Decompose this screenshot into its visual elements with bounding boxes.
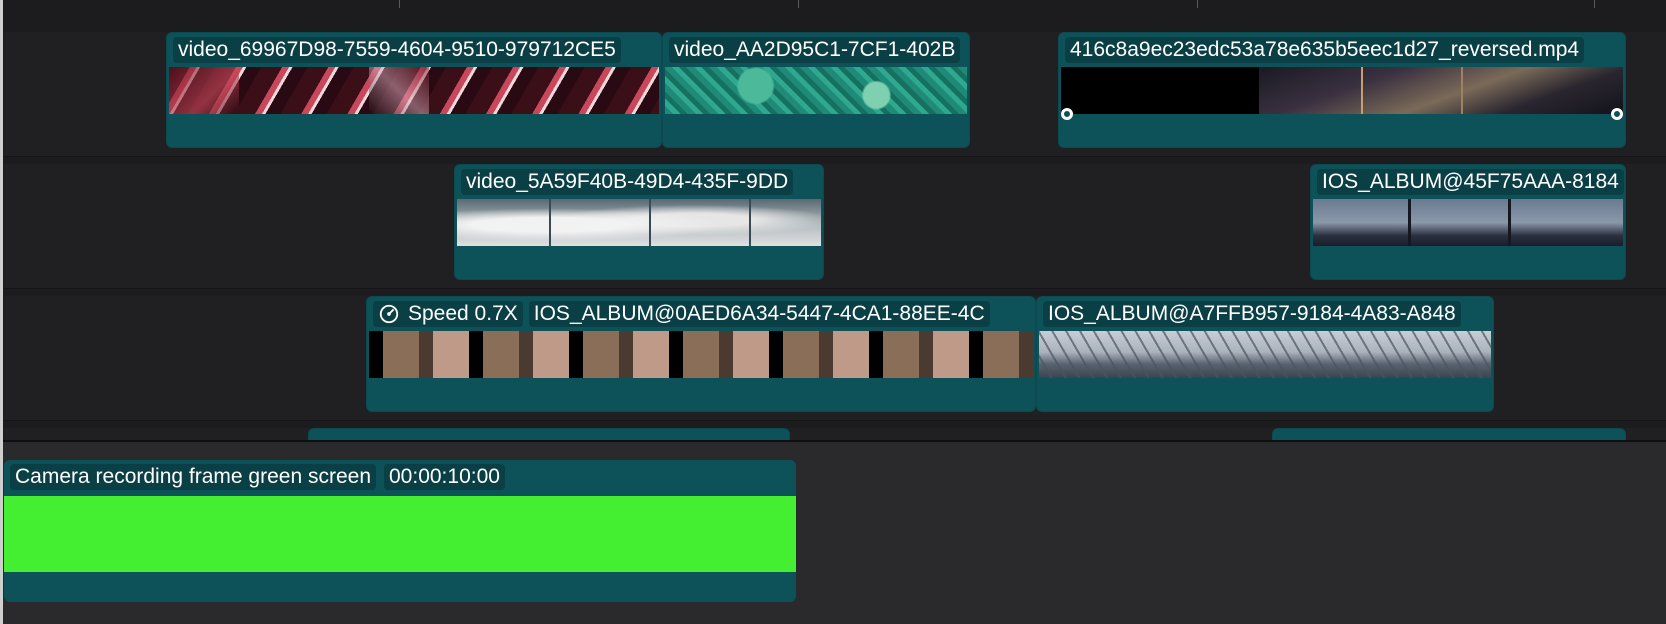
clip-thumbnails (457, 199, 821, 246)
ruler-tick (1594, 0, 1595, 8)
playhead-edge (0, 0, 3, 624)
video-clip[interactable] (308, 428, 790, 440)
clip-title: IOS_ALBUM@A7FFB957-9184-4A83-A848 (1043, 301, 1461, 327)
video-clip[interactable]: video_AA2D95C1-7CF1-402B (662, 32, 970, 148)
clip-thumbnails (169, 67, 659, 114)
clip-title: video_AA2D95C1-7CF1-402B (669, 37, 961, 63)
clip-thumbnails (1039, 331, 1491, 378)
clip-title: video_69967D98-7559-4604-9510-979712CE5 (173, 37, 621, 63)
speed-label: Speed 0.7X (408, 302, 518, 325)
clip-title: 416c8a9ec23edc53a78e635b5eec1d27_reverse… (1065, 37, 1585, 63)
video-clip[interactable]: video_5A59F40B-49D4-435F-9DD (454, 164, 824, 280)
trim-handle-left[interactable] (1061, 108, 1073, 120)
clip-title: Camera recording frame green screen (10, 464, 376, 490)
video-clip[interactable]: video_69967D98-7559-4604-9510-979712CE5 (166, 32, 662, 148)
clip-thumbnails (369, 331, 1033, 378)
clip-duration: 00:00:10:00 (384, 464, 505, 490)
overlay-tracks-area[interactable]: video_69967D98-7559-4604-9510-979712CE5 … (0, 8, 1666, 440)
ruler-tick (399, 0, 400, 8)
video-clip[interactable]: IOS_ALBUM@45F75AAA-8184 (1310, 164, 1626, 280)
trim-handle-right[interactable] (1611, 108, 1623, 120)
main-track-clip[interactable]: Camera recording frame green screen 00:0… (4, 460, 796, 602)
clip-thumbnails (1313, 199, 1623, 246)
green-screen-preview (4, 496, 796, 572)
video-clip[interactable]: 416c8a9ec23edc53a78e635b5eec1d27_reverse… (1058, 32, 1626, 148)
video-clip[interactable]: Speed 0.7X IOS_ALBUM@0AED6A34-5447-4CA1-… (366, 296, 1036, 412)
clip-title: video_5A59F40B-49D4-435F-9DD (461, 169, 794, 195)
video-clip[interactable] (1272, 428, 1626, 440)
clip-title: IOS_ALBUM@45F75AAA-8184 (1317, 169, 1624, 195)
timeline-ruler[interactable] (0, 0, 1666, 8)
clip-thumbnails (665, 67, 967, 114)
speed-icon (379, 304, 399, 324)
video-clip[interactable]: IOS_ALBUM@A7FFB957-9184-4A83-A848 (1036, 296, 1494, 412)
clip-title: IOS_ALBUM@0AED6A34-5447-4CA1-88EE-4C (528, 301, 990, 327)
clip-thumbnails (1061, 67, 1623, 114)
speed-badge[interactable]: Speed 0.7X (373, 301, 523, 327)
ruler-tick (798, 0, 799, 8)
ruler-tick (1197, 0, 1198, 8)
